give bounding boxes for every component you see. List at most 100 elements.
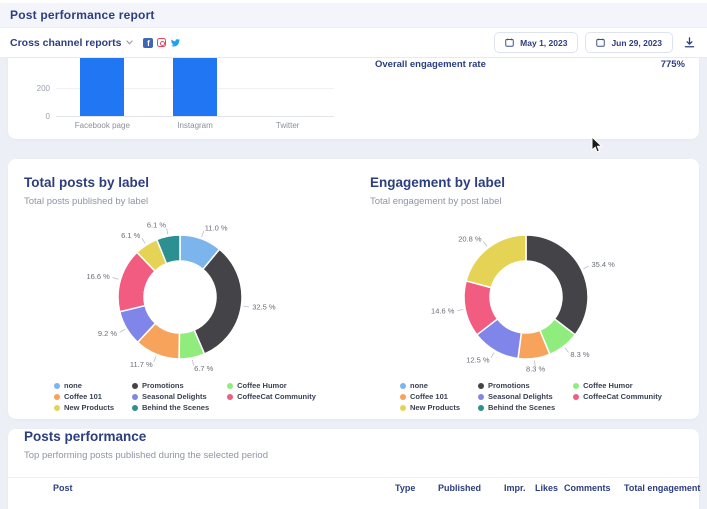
posts-performance-card: Posts performance Top performing posts p… <box>8 429 699 509</box>
legend-label: CoffeeCat Community <box>583 392 662 401</box>
legend-label: none <box>64 381 82 390</box>
gridline <box>56 116 334 117</box>
legend-column: none Coffee 101 New Products <box>54 381 114 412</box>
report-selector[interactable]: Cross channel reports <box>10 37 133 49</box>
column-header-total-engagement: Total engagement <box>624 483 700 493</box>
label-connector <box>167 228 168 234</box>
chart-legend: none Coffee 101 New Products Promotions Seas… <box>54 381 316 412</box>
date-from-button[interactable]: May 1, 2023 <box>494 32 578 53</box>
slice-percent-label: 35.4 % <box>591 260 615 269</box>
bar[interactable] <box>80 58 124 116</box>
legend-column: none Coffee 101 New Products <box>400 381 460 412</box>
legend-dot <box>478 383 484 389</box>
legend-column: Coffee Humor CoffeeCat Community <box>573 381 662 412</box>
column-header-likes: Likes <box>535 483 558 493</box>
slice-percent-label: 11.0 % <box>205 224 228 233</box>
slice-percent-label: 11.7 % <box>130 360 153 369</box>
y-axis-tick: 0 <box>30 112 50 121</box>
section-title: Total posts by label <box>24 175 353 190</box>
slice-percent-label: 8.3 % <box>526 365 546 373</box>
column-header-comments: Comments <box>564 483 611 493</box>
legend-item-promotions[interactable]: Promotions <box>478 381 555 390</box>
legend-dot <box>400 394 406 400</box>
labels-card: Total posts by label Total posts publish… <box>8 159 699 419</box>
legend-label: Seasonal Delights <box>142 392 207 401</box>
engagement-donut-chart[interactable]: 35.4 %8.3 %8.3 %12.5 %14.6 %20.8 % <box>354 221 699 373</box>
label-connector <box>457 309 463 310</box>
legend-label: Behind the Scenes <box>488 403 555 412</box>
report-selector-label: Cross channel reports <box>10 37 121 49</box>
legend-item-promotions[interactable]: Promotions <box>132 381 209 390</box>
posts-by-channel-bar-chart[interactable] <box>56 58 334 116</box>
legend-item-coffee-humor[interactable]: Coffee Humor <box>573 381 662 390</box>
twitter-icon <box>170 38 181 48</box>
section-title: Engagement by label <box>370 175 699 190</box>
legend-item-coffee-101[interactable]: Coffee 101 <box>54 392 114 401</box>
total-posts-donut-chart[interactable]: 11.0 %32.5 %6.7 %11.7 %9.2 %16.6 %6.1 %6… <box>8 221 353 373</box>
label-connector <box>120 329 125 332</box>
legend-dot <box>54 405 60 411</box>
legend-item-coffee-humor[interactable]: Coffee Humor <box>227 381 316 390</box>
date-from-value: May 1, 2023 <box>520 38 567 48</box>
bar-slot-twitter <box>241 58 334 116</box>
legend-label: Promotions <box>142 381 184 390</box>
legend-label: New Products <box>64 403 114 412</box>
bar-chart-category-labels: Facebook pageInstagramTwitter <box>56 121 334 130</box>
column-header-published: Published <box>438 483 481 493</box>
legend-column: Coffee Humor CoffeeCat Community <box>227 381 316 412</box>
bar-slot-facebook-page <box>56 58 149 116</box>
metric-value: 775% <box>661 59 685 70</box>
app-header: Post performance report <box>0 3 707 28</box>
x-axis-label: Twitter <box>241 121 334 130</box>
legend-item-new-products[interactable]: New Products <box>54 403 114 412</box>
legend-dot <box>227 383 233 389</box>
total-posts-by-label-section: Total posts by label Total posts publish… <box>8 159 353 419</box>
slice-percent-label: 9.2 % <box>98 329 118 338</box>
slice-percent-label: 6.1 % <box>147 221 167 230</box>
download-icon <box>684 37 695 48</box>
label-connector <box>142 238 145 243</box>
slice-percent-label: 14.6 % <box>431 307 455 316</box>
legend-dot <box>400 405 406 411</box>
legend-item-behind-the-scenes[interactable]: Behind the Scenes <box>478 403 555 412</box>
legend-item-seasonal-delights[interactable]: Seasonal Delights <box>478 392 555 401</box>
legend-item-none[interactable]: none <box>400 381 460 390</box>
legend-item-new-products[interactable]: New Products <box>400 403 460 412</box>
facebook-icon: f <box>143 38 153 48</box>
date-to-button[interactable]: Jun 29, 2023 <box>585 32 673 53</box>
date-range-controls: May 1, 2023 Jun 29, 2023 <box>494 32 695 53</box>
slice-percent-label: 12.5 % <box>466 356 490 365</box>
section-subtitle: Total engagement by post label <box>370 196 699 207</box>
label-connector <box>243 306 249 307</box>
instagram-icon <box>157 38 166 47</box>
legend-item-seasonal-delights[interactable]: Seasonal Delights <box>132 392 209 401</box>
legend-label: Coffee 101 <box>410 392 448 401</box>
y-axis-tick: 200 <box>30 84 50 93</box>
chevron-down-icon <box>126 40 133 45</box>
posts-table-header: PostTypePublishedImpr.LikesCommentsTotal… <box>8 483 699 497</box>
legend-dot <box>478 394 484 400</box>
page-title: Post performance report <box>10 8 155 22</box>
legend-dot <box>132 383 138 389</box>
legend-item-behind-the-scenes[interactable]: Behind the Scenes <box>132 403 209 412</box>
legend-item-coffee-101[interactable]: Coffee 101 <box>400 392 460 401</box>
legend-dot <box>478 405 484 411</box>
donut-slice-promotions[interactable] <box>526 235 588 335</box>
legend-column: Promotions Seasonal Delights Behind the Sc… <box>132 381 209 412</box>
legend-item-none[interactable]: none <box>54 381 114 390</box>
download-report-button[interactable] <box>680 37 695 48</box>
legend-item-coffeecat-community[interactable]: CoffeeCat Community <box>573 392 662 401</box>
legend-dot <box>400 383 406 389</box>
legend-label: Coffee Humor <box>583 381 633 390</box>
bar[interactable] <box>173 58 217 116</box>
legend-dot <box>54 394 60 400</box>
label-connector <box>491 352 494 357</box>
legend-dot <box>132 405 138 411</box>
metric-label: Overall engagement rate <box>375 59 486 70</box>
section-subtitle: Top performing posts published during th… <box>24 450 699 461</box>
legend-item-coffeecat-community[interactable]: CoffeeCat Community <box>227 392 316 401</box>
legend-dot <box>573 383 579 389</box>
report-toolbar: Cross channel reports f May 1, 2023 <box>0 28 707 58</box>
overview-card: Facebook pageInstagramTwitter 0 200 Overa… <box>8 58 699 139</box>
x-axis-label: Instagram <box>149 121 242 130</box>
